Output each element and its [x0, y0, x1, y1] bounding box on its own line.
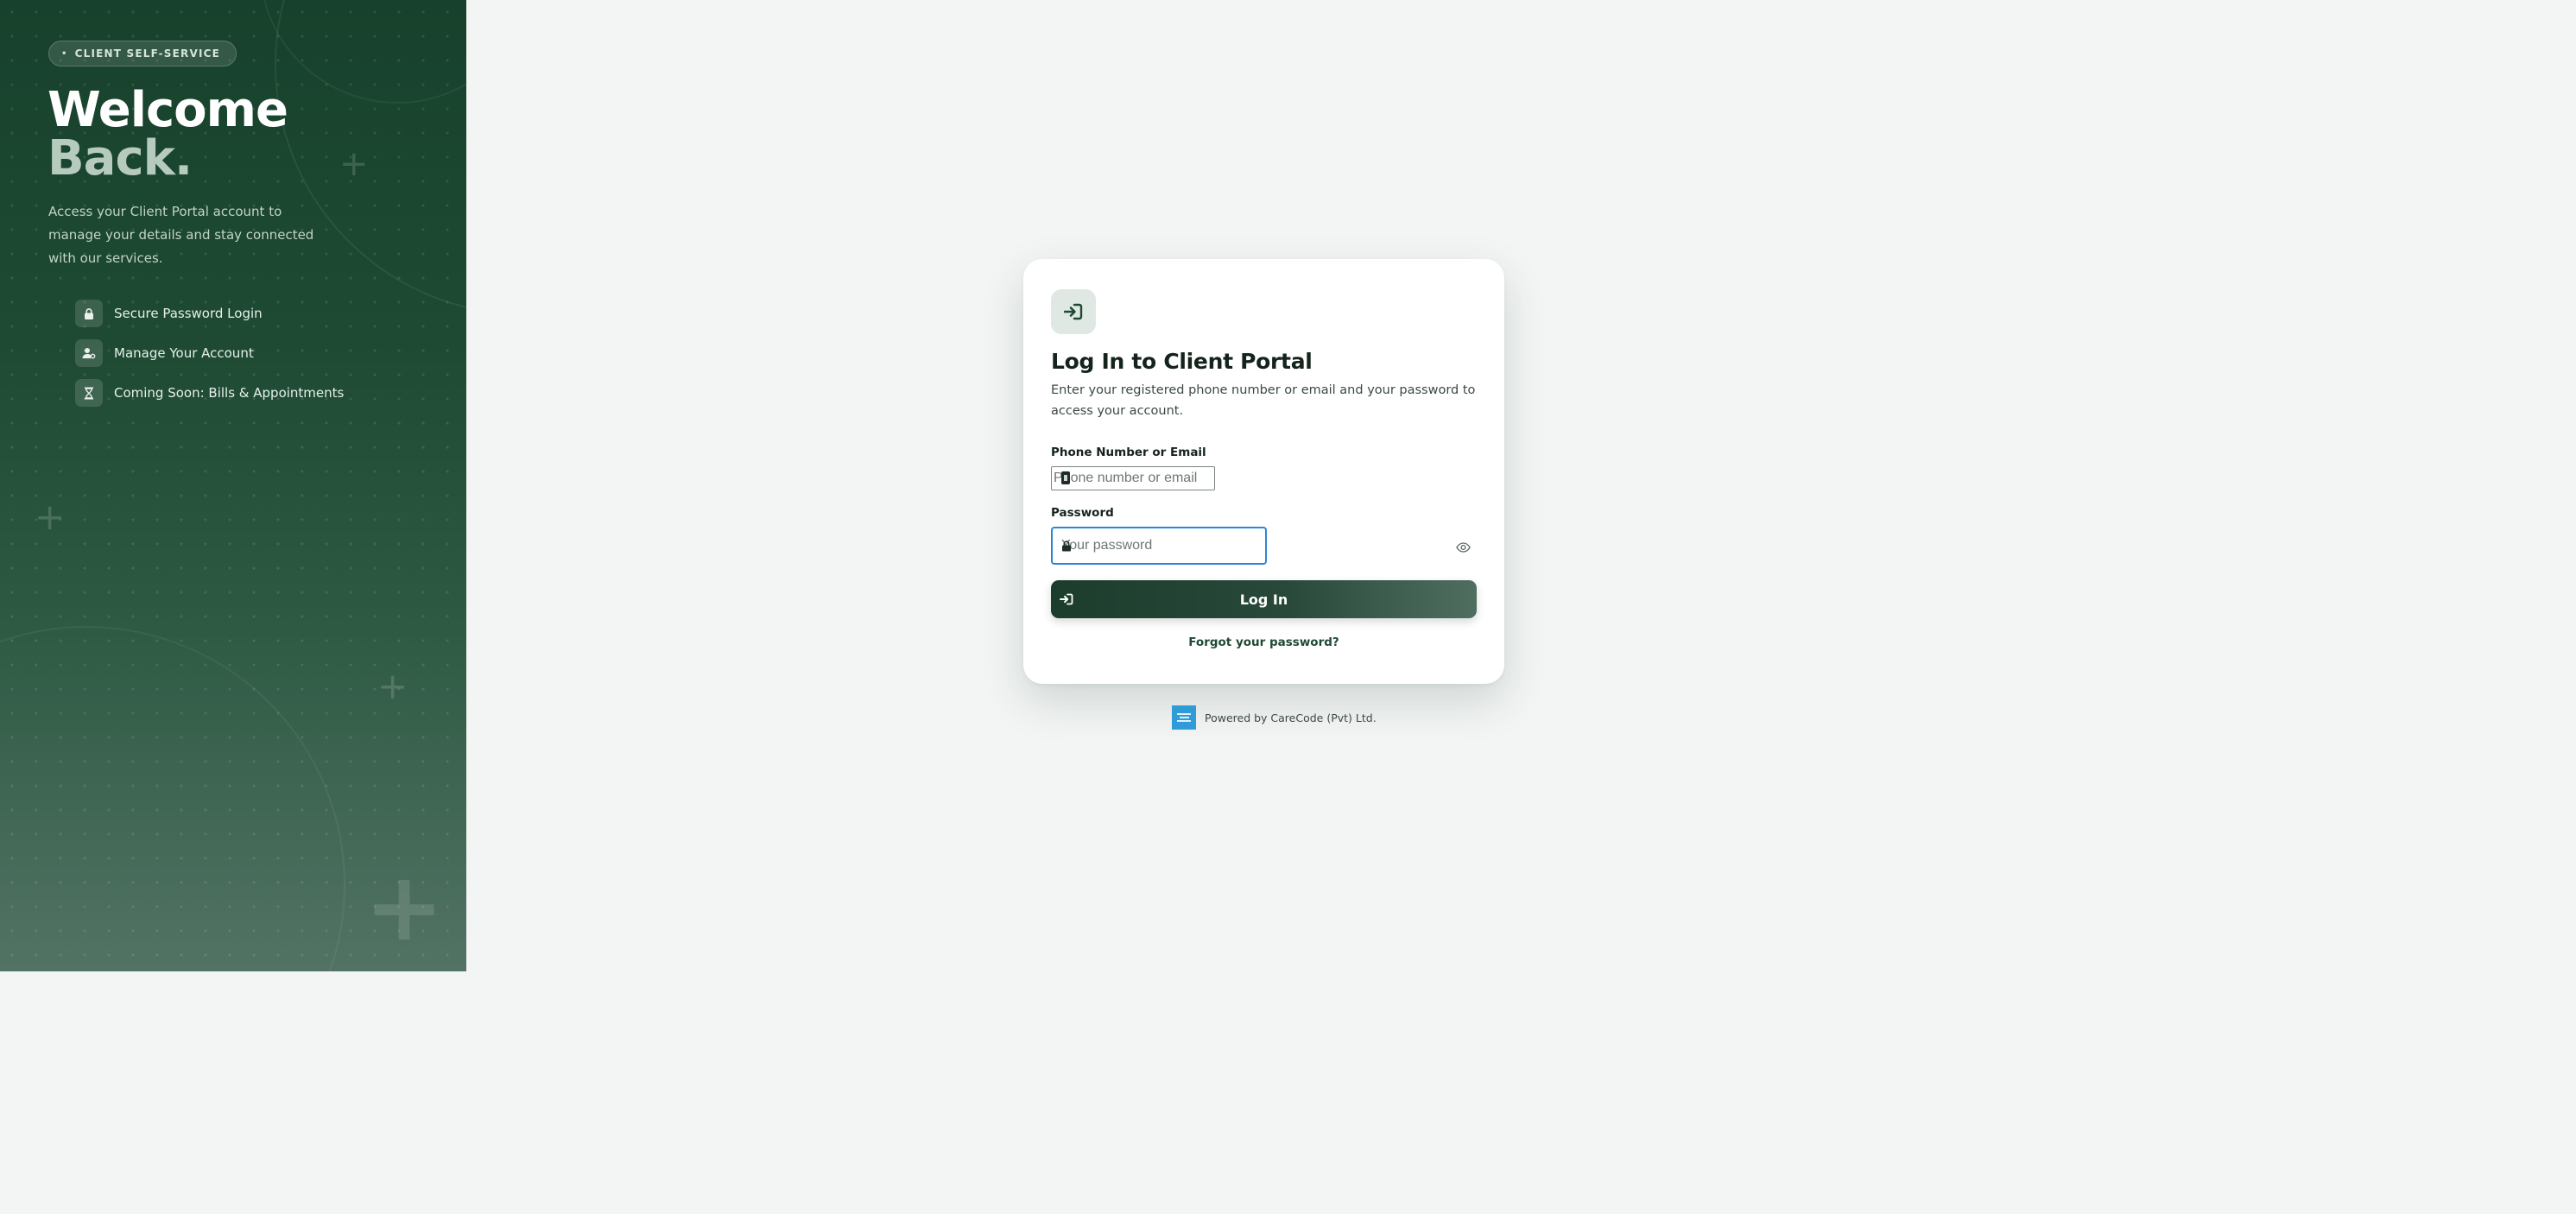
feature-label: Manage Your Account — [114, 345, 254, 361]
client-self-service-badge: • CLIENT SELF-SERVICE — [48, 41, 237, 66]
show-password-toggle[interactable] — [1453, 541, 1473, 554]
sign-in-icon — [1051, 289, 1096, 334]
feature-label: Secure Password Login — [114, 306, 263, 321]
welcome-line-1: Welcome — [47, 82, 288, 138]
user-cog-icon — [75, 339, 103, 367]
plus-decoration-icon: + — [377, 665, 408, 707]
hero-description: Access your Client Portal account to man… — [48, 204, 314, 266]
plus-decoration-icon: + — [35, 496, 66, 538]
lock-icon — [1061, 541, 1072, 555]
password-input[interactable] — [1051, 527, 1267, 565]
sign-in-icon — [1056, 589, 1077, 610]
mobile-phone-icon — [1061, 471, 1070, 484]
welcome-line-2: Back. — [47, 130, 193, 187]
forgot-password-link[interactable]: Forgot your password? — [1023, 635, 1504, 649]
powered-by-footer: Powered by CareCode (Pvt) Ltd. — [1172, 705, 1377, 730]
password-label: Password — [1051, 506, 1114, 520]
login-button[interactable]: Log In — [1051, 580, 1477, 618]
login-card: Log In to Client Portal Enter your regis… — [1023, 259, 1504, 684]
feature-item-coming-soon: Coming Soon: Bills & Appointments — [75, 379, 344, 407]
feature-label: Coming Soon: Bills & Appointments — [114, 385, 345, 401]
hourglass-icon — [75, 379, 103, 407]
login-button-label: Log In — [1239, 591, 1288, 608]
feature-item-manage-account: Manage Your Account — [75, 339, 344, 367]
dot-icon: • — [61, 48, 68, 59]
lock-icon — [75, 300, 103, 327]
phone-email-label: Phone Number or Email — [1051, 446, 1206, 459]
plus-decoration-icon: + — [339, 144, 369, 184]
plus-decoration-icon: + — [364, 851, 445, 962]
phone-email-input[interactable] — [1051, 466, 1215, 490]
login-title: Log In to Client Portal — [1051, 349, 1313, 374]
badge-label: CLIENT SELF-SERVICE — [74, 47, 221, 60]
login-subtitle: Enter your registered phone number or em… — [1051, 383, 1476, 418]
hero-panel: + + + + • CLIENT SELF-SERVICE Welcome Ba… — [0, 0, 466, 971]
eye-icon — [1455, 542, 1471, 553]
carecode-logo — [1172, 705, 1196, 730]
feature-item-secure-login: Secure Password Login — [75, 300, 344, 327]
powered-by-text: Powered by CareCode (Pvt) Ltd. — [1205, 711, 1377, 724]
welcome-heading: Welcome Back. — [47, 86, 288, 183]
feature-list: Secure Password Login Manage Your Accoun… — [75, 300, 344, 419]
